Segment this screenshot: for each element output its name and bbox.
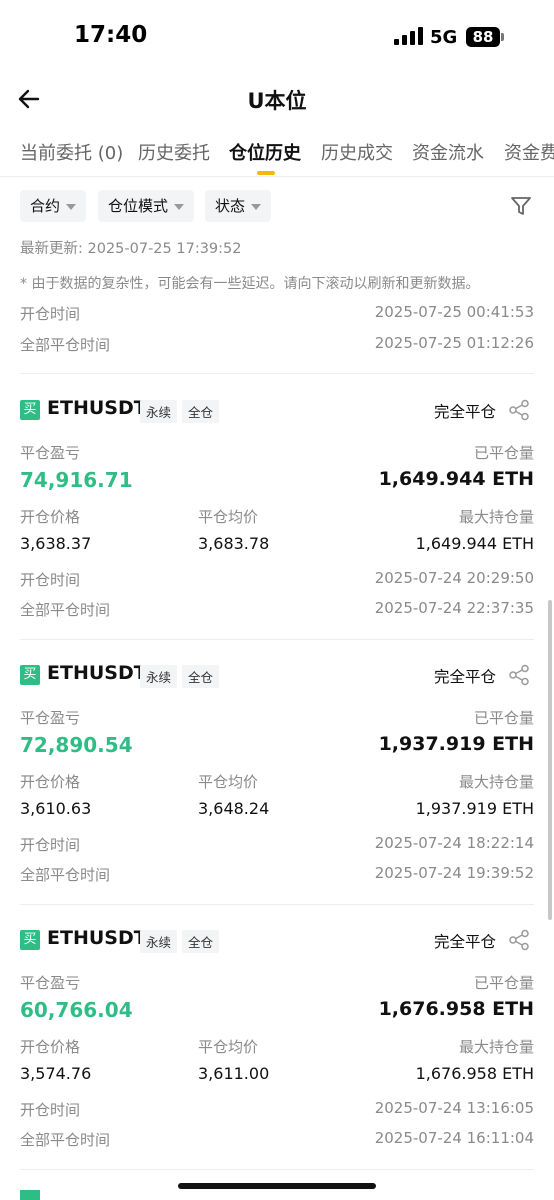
pnl-label: 平仓盈亏 [20, 444, 81, 462]
close-status: 完全平仓 [433, 933, 496, 951]
mode-filter-label: 仓位模式 [108, 197, 169, 215]
max-hold-label: 最大持仓量 [458, 773, 534, 791]
open-price-value: 3,574.76 [20, 1064, 92, 1083]
chevron-down-icon [251, 203, 262, 210]
tab-position-history[interactable]: 仓位历史 [229, 139, 301, 165]
status-filter[interactable]: 状态 [205, 190, 272, 222]
closed-qty-value: 1,649.944 ETH [378, 468, 534, 490]
pnl-value: 60,766.04 [20, 998, 133, 1022]
close-time-label: 全部平仓时间 [20, 601, 111, 619]
share-icon[interactable] [508, 929, 530, 951]
pnl-label: 平仓盈亏 [20, 709, 81, 727]
open-time-label: 开仓时间 [20, 1101, 81, 1119]
open-price-label: 开仓价格 [20, 508, 81, 526]
close-time-label: 全部平仓时间 [20, 866, 111, 884]
card-divider [20, 373, 534, 374]
status-filter-label: 状态 [215, 197, 246, 215]
card-divider [20, 904, 534, 905]
max-hold-value: 1,937.919 ETH [415, 799, 534, 818]
active-tab-indicator [257, 171, 275, 175]
margin-mode-tag: 全仓 [182, 930, 220, 953]
pnl-label: 平仓盈亏 [20, 974, 81, 992]
last-update: 最新更新: 2025-07-25 17:39:52 [20, 241, 242, 257]
open-time-value: 2025-07-25 00:41:53 [374, 303, 534, 321]
open-time-value: 2025-07-24 20:29:50 [374, 569, 534, 587]
perpetual-tag: 永续 [140, 400, 178, 423]
close-time-value: 2025-07-24 22:37:35 [374, 599, 534, 617]
close-time-value: 2025-07-24 19:39:52 [374, 864, 534, 882]
close-time-value: 2025-07-25 01:12:26 [374, 334, 534, 352]
battery-icon: 88 [466, 27, 500, 47]
share-icon[interactable] [508, 664, 530, 686]
open-price-value: 3,638.37 [20, 534, 92, 553]
margin-mode-tag: 全仓 [182, 665, 220, 688]
card-divider [20, 639, 534, 640]
home-indicator[interactable] [178, 1183, 376, 1189]
network-label: 5G [430, 27, 458, 48]
symbol[interactable]: ETHUSDT [47, 662, 147, 684]
chevron-down-icon [66, 203, 77, 210]
scrollbar[interactable] [548, 600, 552, 920]
open-time-value: 2025-07-24 13:16:05 [374, 1099, 534, 1117]
chevron-down-icon [174, 203, 185, 210]
delay-notice: * 由于数据的复杂性，可能会有一些延迟。请向下滚动以刷新和更新数据。 [20, 276, 480, 292]
tab-divider [0, 176, 554, 177]
tab-funding-fee[interactable]: 资金费 [504, 139, 554, 165]
max-hold-value: 1,649.944 ETH [415, 534, 534, 553]
buy-badge: 买 [20, 665, 40, 685]
max-hold-label: 最大持仓量 [458, 1038, 534, 1056]
tab-funding-flow[interactable]: 资金流水 [412, 139, 484, 165]
close-avg-value: 3,648.24 [198, 799, 270, 818]
symbol[interactable]: ETHUSDT [47, 927, 147, 949]
close-avg-value: 3,683.78 [198, 534, 270, 553]
close-status: 完全平仓 [433, 403, 496, 421]
status-time: 17:40 [74, 22, 148, 48]
open-price-label: 开仓价格 [20, 773, 81, 791]
signal-icon [394, 27, 424, 45]
contract-filter-label: 合约 [30, 197, 61, 215]
max-hold-value: 1,676.958 ETH [415, 1064, 534, 1083]
open-time-value: 2025-07-24 18:22:14 [374, 834, 534, 852]
tab-open-orders[interactable]: 当前委托 (0) [20, 139, 123, 165]
contract-filter[interactable]: 合约 [20, 190, 87, 222]
tab-order-history[interactable]: 历史委托 [138, 139, 210, 165]
tab-trade-history[interactable]: 历史成交 [321, 139, 393, 165]
symbol[interactable]: ETHUSDT [47, 397, 147, 419]
max-hold-label: 最大持仓量 [458, 508, 534, 526]
closed-qty-label: 已平仓量 [473, 444, 534, 462]
page-title: U本位 [247, 89, 307, 113]
pnl-value: 72,890.54 [20, 733, 133, 757]
close-status: 完全平仓 [433, 668, 496, 686]
closed-qty-value: 1,676.958 ETH [378, 998, 534, 1020]
card-divider [20, 1169, 534, 1170]
close-avg-value: 3,611.00 [198, 1064, 270, 1083]
close-avg-label: 平仓均价 [198, 773, 259, 791]
open-price-label: 开仓价格 [20, 1038, 81, 1056]
closed-qty-value: 1,937.919 ETH [378, 733, 534, 755]
open-price-value: 3,610.63 [20, 799, 92, 818]
close-time-label: 全部平仓时间 [20, 1131, 111, 1149]
next-card-buy-badge [20, 1190, 40, 1200]
close-avg-label: 平仓均价 [198, 1038, 259, 1056]
filter-icon[interactable] [510, 195, 532, 217]
open-time-label: 开仓时间 [20, 305, 81, 323]
margin-mode-tag: 全仓 [182, 400, 220, 423]
pnl-value: 74,916.71 [20, 468, 133, 492]
buy-badge: 买 [20, 930, 40, 950]
close-time-label: 全部平仓时间 [20, 336, 111, 354]
close-avg-label: 平仓均价 [198, 508, 259, 526]
buy-badge: 买 [20, 400, 40, 420]
perpetual-tag: 永续 [140, 665, 178, 688]
close-time-value: 2025-07-24 16:11:04 [374, 1129, 534, 1147]
share-icon[interactable] [508, 399, 530, 421]
perpetual-tag: 永续 [140, 930, 178, 953]
open-time-label: 开仓时间 [20, 571, 81, 589]
mode-filter[interactable]: 仓位模式 [98, 190, 195, 222]
closed-qty-label: 已平仓量 [473, 709, 534, 727]
open-time-label: 开仓时间 [20, 836, 81, 854]
battery-tip [501, 33, 504, 41]
closed-qty-label: 已平仓量 [473, 974, 534, 992]
